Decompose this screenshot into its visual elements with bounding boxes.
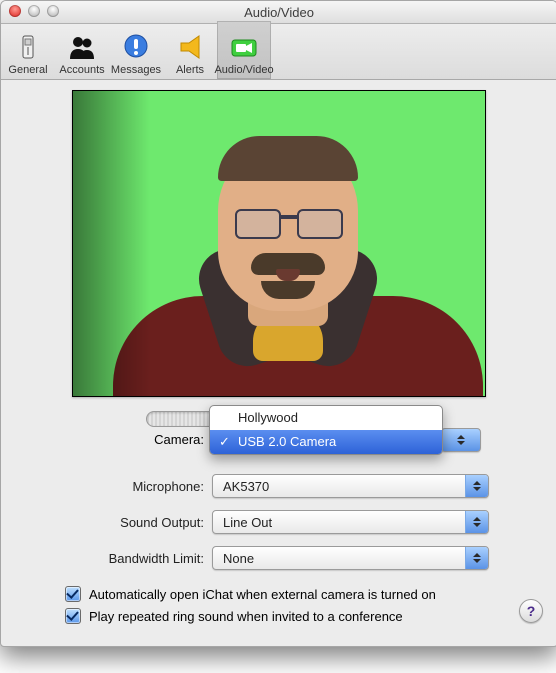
toolbar-label: Accounts xyxy=(59,64,104,76)
toolbar-item-general[interactable]: General xyxy=(1,21,55,79)
checkmark-icon: ✓ xyxy=(219,433,230,451)
minimize-window-button[interactable] xyxy=(28,5,40,17)
camera-option-usb[interactable]: ✓ USB 2.0 Camera xyxy=(210,430,442,454)
preferences-window: Audio/Video General xyxy=(0,0,556,647)
help-icon: ? xyxy=(527,603,536,619)
general-icon xyxy=(12,32,44,62)
settings-form: Camera: Hollywood ✓ USB 2.0 Camera Micro… xyxy=(69,435,489,573)
sound-output-value: Line Out xyxy=(223,515,272,530)
checkbox-group: Automatically open iChat when external c… xyxy=(25,583,555,627)
toolbar-item-messages[interactable]: Messages xyxy=(109,21,163,79)
alerts-icon xyxy=(174,32,206,62)
camera-select-stepper-icon[interactable] xyxy=(441,428,481,452)
microphone-select[interactable]: AK5370 xyxy=(212,474,489,498)
close-window-button[interactable] xyxy=(9,5,21,17)
auto-open-label: Automatically open iChat when external c… xyxy=(89,587,436,602)
microphone-row: Microphone: AK5370 xyxy=(69,471,489,501)
bandwidth-value: None xyxy=(223,551,254,566)
microphone-value: AK5370 xyxy=(223,479,269,494)
sound-output-select[interactable]: Line Out xyxy=(212,510,489,534)
window-title: Audio/Video xyxy=(244,5,314,20)
video-preview xyxy=(72,90,486,397)
toolbar-item-accounts[interactable]: Accounts xyxy=(55,21,109,79)
stepper-icon xyxy=(465,475,488,497)
bandwidth-row: Bandwidth Limit: None xyxy=(69,543,489,573)
bandwidth-select[interactable]: None xyxy=(212,546,489,570)
sound-output-label: Sound Output: xyxy=(69,515,212,530)
repeated-ring-row: Play repeated ring sound when invited to… xyxy=(65,605,555,627)
toolbar-label: Audio/Video xyxy=(214,64,273,76)
toolbar-label: Messages xyxy=(111,64,161,76)
repeated-ring-checkbox[interactable] xyxy=(65,608,81,624)
camera-label: Camera: xyxy=(66,432,204,447)
help-button[interactable]: ? xyxy=(519,599,543,623)
audio-video-icon xyxy=(228,32,260,62)
preferences-toolbar: General Accounts Messages xyxy=(1,24,556,80)
toolbar-label: Alerts xyxy=(176,64,204,76)
auto-open-row: Automatically open iChat when external c… xyxy=(65,583,555,605)
content-area: Camera: Hollywood ✓ USB 2.0 Camera Micro… xyxy=(1,80,556,627)
traffic-lights xyxy=(9,5,59,17)
bandwidth-label: Bandwidth Limit: xyxy=(69,551,212,566)
stepper-icon xyxy=(465,547,488,569)
auto-open-checkbox[interactable] xyxy=(65,586,81,602)
camera-option-hollywood[interactable]: Hollywood xyxy=(210,406,442,430)
repeated-ring-label: Play repeated ring sound when invited to… xyxy=(89,609,403,624)
toolbar-label: General xyxy=(8,64,47,76)
camera-row: Camera: Hollywood ✓ USB 2.0 Camera xyxy=(69,435,489,465)
toolbar-item-audio-video[interactable]: Audio/Video xyxy=(217,21,271,79)
stepper-icon xyxy=(465,511,488,533)
microphone-label: Microphone: xyxy=(69,479,212,494)
toolbar-item-alerts[interactable]: Alerts xyxy=(163,21,217,79)
camera-dropdown-menu: Hollywood ✓ USB 2.0 Camera xyxy=(209,405,443,455)
zoom-window-button[interactable] xyxy=(47,5,59,17)
person-silhouette xyxy=(143,141,443,397)
accounts-icon xyxy=(66,32,98,62)
sound-output-row: Sound Output: Line Out xyxy=(69,507,489,537)
messages-icon xyxy=(120,32,152,62)
